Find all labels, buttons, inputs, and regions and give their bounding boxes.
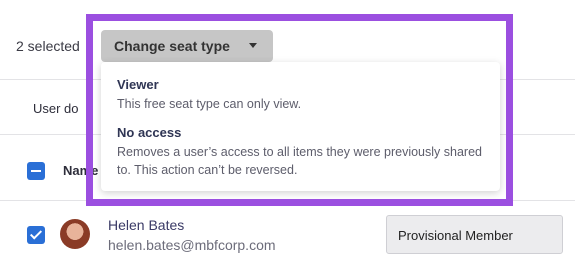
option-description: Removes a user’s access to all items the…	[117, 145, 482, 177]
chevron-down-icon	[249, 43, 257, 48]
option-title: No access	[117, 125, 182, 140]
option-description: This free seat type can only view.	[117, 97, 302, 111]
user-name: Helen Bates	[108, 217, 185, 233]
name-column-header[interactable]: Name	[63, 163, 98, 178]
avatar	[60, 219, 90, 249]
divider	[0, 200, 575, 201]
change-seat-type-button[interactable]: Change seat type	[101, 30, 273, 62]
option-no-access[interactable]: No access Removes a user’s access to all…	[117, 125, 487, 179]
option-viewer[interactable]: Viewer This free seat type can only view…	[117, 77, 487, 113]
user-email: helen.bates@mbfcorp.com	[108, 237, 276, 253]
change-seat-type-label: Change seat type	[114, 38, 230, 54]
selected-count: 2 selected	[16, 38, 80, 54]
select-all-checkbox[interactable]	[27, 162, 45, 180]
option-title: Viewer	[117, 77, 159, 92]
seat-type-select[interactable]: Provisional Member	[386, 215, 563, 254]
row-checkbox[interactable]	[27, 226, 45, 244]
seat-type-dropdown: Viewer This free seat type can only view…	[101, 62, 500, 191]
user-domain-column-header[interactable]: User do	[33, 101, 79, 116]
